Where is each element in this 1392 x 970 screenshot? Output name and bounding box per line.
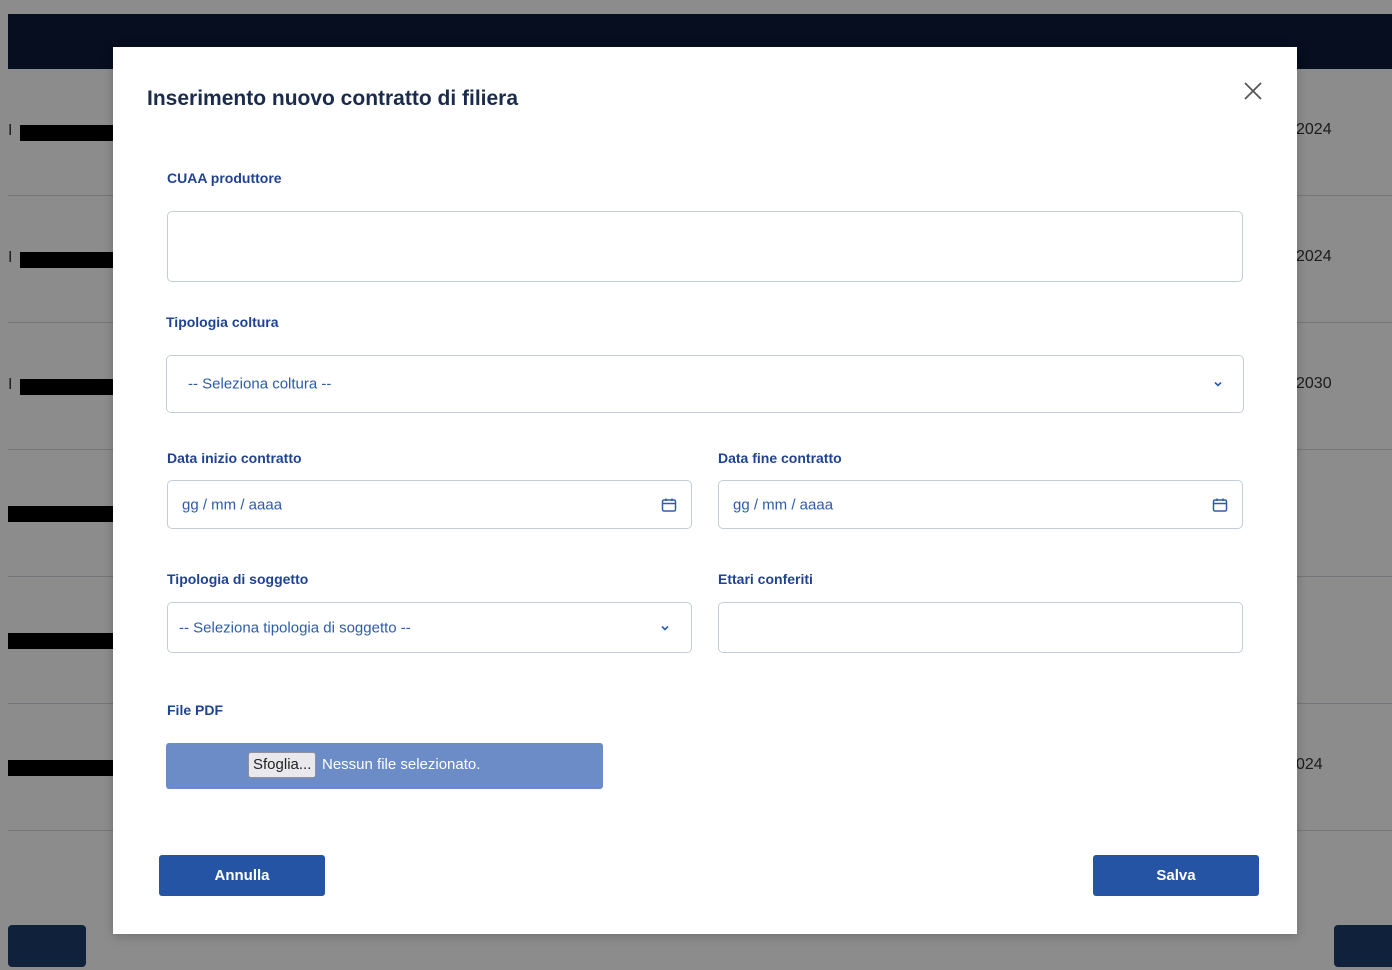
soggetto-select[interactable]: -- Seleziona tipologia di soggetto -- <box>167 602 692 653</box>
file-pdf-label: File PDF <box>167 702 224 718</box>
data-fine-input[interactable]: gg / mm / aaaa <box>718 480 1243 529</box>
cuaa-label: CUAA produttore <box>167 170 282 186</box>
chevron-down-icon <box>661 625 669 631</box>
modal-dialog: Inserimento nuovo contratto di filiera C… <box>113 47 1297 934</box>
ettari-field-wrapper <box>718 602 1243 653</box>
ettari-label: Ettari conferiti <box>718 571 813 587</box>
data-fine-label: Data fine contratto <box>718 450 842 466</box>
save-button[interactable]: Salva <box>1093 855 1259 896</box>
coltura-selected-value: -- Seleziona coltura -- <box>188 375 332 393</box>
data-inizio-placeholder: gg / mm / aaaa <box>182 496 283 513</box>
cancel-button[interactable]: Annulla <box>159 855 325 896</box>
file-status-text: Nessun file selezionato. <box>322 756 481 773</box>
soggetto-label: Tipologia di soggetto <box>167 571 309 587</box>
data-inizio-input[interactable]: gg / mm / aaaa <box>167 480 692 529</box>
cuaa-input[interactable] <box>168 212 1242 281</box>
close-icon <box>1244 82 1262 100</box>
calendar-icon[interactable] <box>1211 496 1229 514</box>
coltura-select[interactable]: -- Seleziona coltura -- <box>166 355 1244 413</box>
file-upload-field[interactable]: Sfoglia... Nessun file selezionato. <box>166 743 603 789</box>
ettari-input[interactable] <box>719 603 1242 652</box>
browse-button[interactable]: Sfoglia... <box>248 752 317 778</box>
cuaa-field-wrapper <box>167 211 1243 282</box>
modal-title: Inserimento nuovo contratto di filiera <box>147 87 519 110</box>
soggetto-selected-value: -- Seleziona tipologia di soggetto -- <box>179 619 411 636</box>
calendar-icon[interactable] <box>660 496 678 514</box>
data-inizio-label: Data inizio contratto <box>167 450 302 466</box>
coltura-label: Tipologia coltura <box>166 314 279 330</box>
chevron-down-icon <box>1214 381 1222 387</box>
data-fine-placeholder: gg / mm / aaaa <box>733 496 834 513</box>
close-button[interactable] <box>1239 77 1267 105</box>
